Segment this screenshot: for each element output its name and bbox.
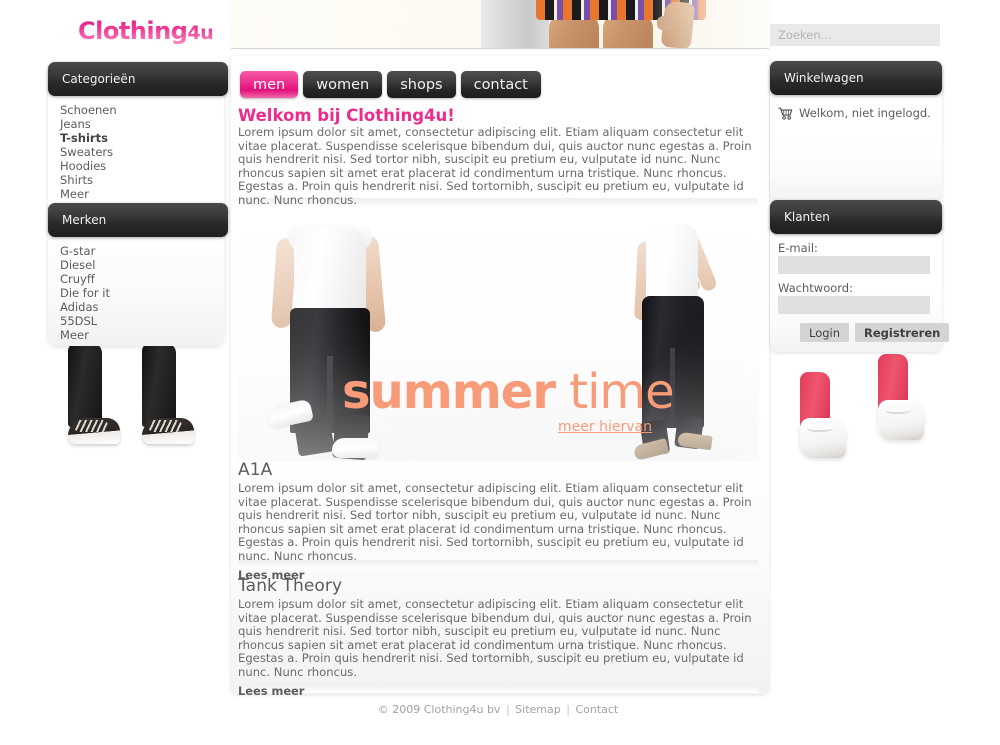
footer-separator: |	[566, 703, 570, 716]
article-title: Tank Theory	[238, 576, 343, 596]
sidebar-item-g-star[interactable]: G-star	[60, 244, 220, 259]
search-input[interactable]	[770, 24, 940, 46]
article-read-more-link[interactable]: Lees meer	[238, 684, 304, 698]
sidebar-item-die-for-it[interactable]: Die for it	[60, 286, 220, 301]
hero-title-bold: summer	[342, 364, 556, 420]
logo-suffix-text: 4u	[187, 22, 214, 44]
tab-women[interactable]: women	[303, 71, 383, 98]
customers-panel-header: Klanten	[770, 200, 942, 234]
brands-list: G-star Diesel Cruyff Die for it Adidas 55DSL M…	[60, 244, 220, 343]
email-label: E-mail:	[778, 241, 818, 255]
header-divider	[231, 48, 769, 49]
sidebar-item-55dsl[interactable]: 55DSL	[60, 314, 220, 329]
article-title: A1A	[238, 460, 273, 480]
sidebar-item-hoodies[interactable]: Hoodies	[60, 159, 220, 174]
sidebar-item-diesel[interactable]: Diesel	[60, 258, 220, 273]
article-body: Lorem ipsum dolor sit amet, consectetur …	[238, 597, 752, 679]
article-item: Tank Theory Lorem ipsum dolor sit amet, …	[238, 576, 758, 699]
email-field[interactable]	[778, 256, 930, 274]
sidebar-item-jeans[interactable]: Jeans	[60, 117, 220, 132]
sidebar-item-cruyff[interactable]: Cruyff	[60, 272, 220, 287]
main-navigation-tabs: men women shops contact	[240, 71, 541, 98]
shopping-cart-icon	[778, 107, 793, 120]
sidebar-item-t-shirts[interactable]: T-shirts	[60, 131, 220, 146]
sidebar-item-sweaters[interactable]: Sweaters	[60, 145, 220, 160]
cart-panel-header: Winkelwagen	[770, 61, 942, 95]
tab-shops[interactable]: shops	[387, 71, 456, 98]
hero-promo-banner[interactable]: summer time meer hiervan	[238, 216, 759, 461]
hero-title: summer time	[342, 368, 675, 416]
categories-list: Schoenen Jeans T-shirts Sweaters Hoodies Shir…	[60, 103, 220, 202]
sidebar-item-schoenen[interactable]: Schoenen	[60, 103, 220, 118]
cart-title: Winkelwagen	[784, 71, 864, 85]
brands-title: Merken	[62, 213, 107, 227]
sidebar-item-shirts[interactable]: Shirts	[60, 173, 220, 188]
footer-copyright: © 2009 Clothing4u bv	[377, 703, 501, 716]
password-label: Wachtwoord:	[778, 281, 853, 295]
article-body: Lorem ipsum dolor sit amet, consectetur …	[238, 481, 752, 563]
auth-button-row: Login Registreren	[800, 323, 950, 342]
page-title: Welkom bij Clothing4u!	[238, 106, 455, 125]
footer: © 2009 Clothing4u bv | Sitemap | Contact	[238, 703, 758, 716]
hero-more-link[interactable]: meer hiervan	[558, 419, 652, 435]
intro-paragraph: Lorem ipsum dolor sit amet, consectetur …	[238, 125, 752, 207]
categories-panel-header: Categorieën	[48, 62, 228, 96]
login-button[interactable]: Login	[800, 323, 850, 342]
categories-title: Categorieën	[62, 72, 136, 86]
customers-title: Klanten	[784, 210, 830, 224]
cart-status-row: Welkom, niet ingelogd.	[778, 106, 938, 120]
sidebar-item-meer[interactable]: Meer	[60, 328, 220, 343]
page-root: Clothing4u Categorieën SchoenenJeansT-sh…	[0, 0, 1000, 745]
footer-separator: |	[505, 703, 510, 716]
brands-panel-header: Merken	[48, 203, 228, 237]
footer-contact-link[interactable]: Contact	[575, 703, 618, 716]
register-button[interactable]: Registreren	[855, 323, 950, 342]
header-banner-photo	[231, 0, 769, 48]
article-item: A1A Lorem ipsum dolor sit amet, consecte…	[238, 460, 758, 583]
tab-contact[interactable]: contact	[460, 71, 541, 98]
tab-men[interactable]: men	[240, 71, 299, 98]
footer-sitemap-link[interactable]: Sitemap	[515, 703, 561, 716]
site-logo[interactable]: Clothing4u	[78, 17, 213, 45]
logo-main-text: Clothing	[78, 17, 188, 45]
password-field[interactable]	[778, 296, 930, 314]
sidebar-item-adidas[interactable]: Adidas	[60, 300, 220, 315]
sidebar-item-meer[interactable]: Meer	[60, 187, 220, 202]
cart-status-text: Welkom, niet ingelogd.	[799, 106, 931, 120]
hero-title-thin: time	[569, 364, 674, 420]
